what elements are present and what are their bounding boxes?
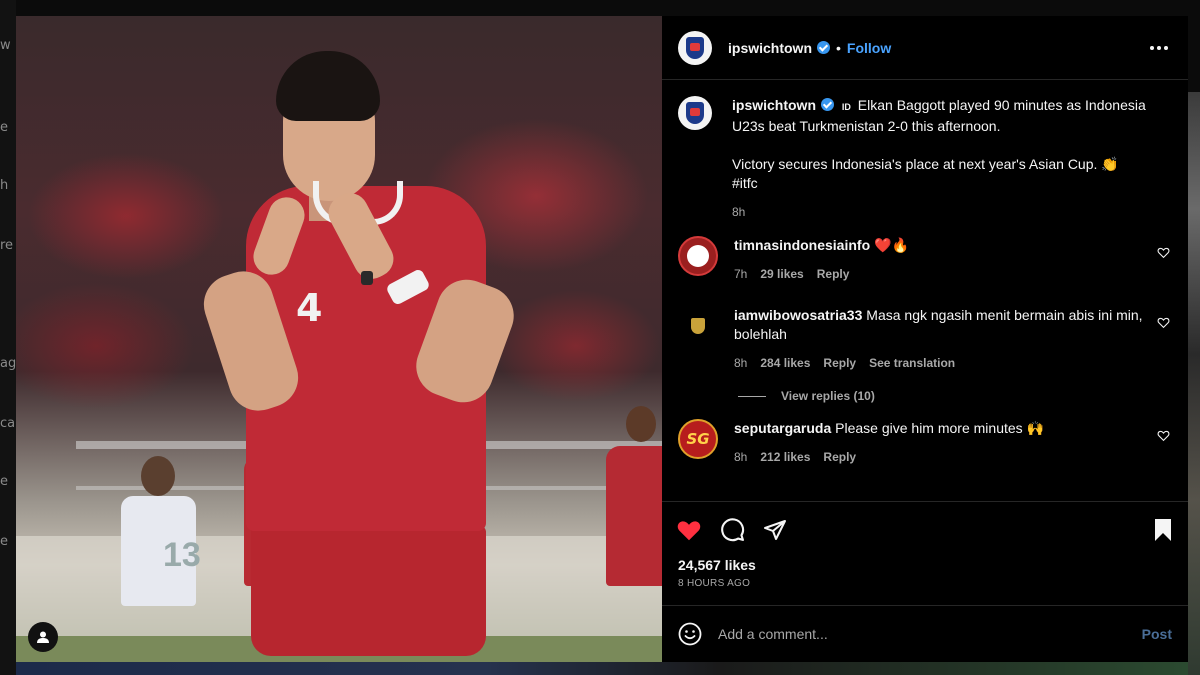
bg-text-fragment: e <box>0 474 8 489</box>
bg-text-fragment: ca <box>0 416 16 431</box>
comment-like-heart-icon[interactable] <box>1157 316 1170 329</box>
comment-username[interactable]: timnasindonesiainfo <box>734 237 870 253</box>
background-left-strip: w e h re ag ca e e <box>0 0 16 675</box>
bookmark-icon[interactable] <box>1152 518 1174 542</box>
share-icon[interactable] <box>763 518 787 542</box>
follow-button[interactable]: Follow <box>847 40 891 56</box>
post-header: ipswichtown • Follow <box>662 16 1188 80</box>
user-tag-button[interactable] <box>28 622 58 652</box>
user-tag-icon <box>37 631 49 643</box>
heart-icon[interactable] <box>676 517 702 543</box>
caption-body: ipswichtown ID Elkan Baggott played 90 m… <box>732 96 1162 222</box>
post-photo[interactable]: 13 4 <box>16 16 662 662</box>
comment-item: SG seputargaruda Please give him more mi… <box>678 419 1172 467</box>
commenter-avatar[interactable] <box>678 236 718 276</box>
post-timestamp: 8 HOURS AGO <box>678 578 751 589</box>
comment-likes[interactable]: 212 likes <box>760 448 810 467</box>
bg-text-fragment: w <box>0 38 11 53</box>
post-actions-bar <box>662 501 1188 557</box>
background-player-red-right <box>606 406 662 662</box>
comment-text: ❤️🔥 <box>874 237 909 253</box>
more-options-icon[interactable] <box>1146 42 1172 54</box>
comment-likes[interactable]: 284 likes <box>760 354 810 373</box>
separator-dot: • <box>836 39 841 56</box>
caption-avatar[interactable] <box>678 96 712 130</box>
comment-item: iamwibowosatria33 Masa ngk ngasih menit … <box>678 306 1172 373</box>
comment-like-heart-icon[interactable] <box>1157 246 1170 259</box>
likes-count[interactable]: 24,567 likes <box>678 557 1172 573</box>
comment-body: iamwibowosatria33 Masa ngk ngasih menit … <box>734 306 1144 373</box>
caption-text-line2: Victory secures Indonesia's place at nex… <box>732 156 1119 172</box>
caption-hashtag[interactable]: #itfc <box>732 174 1162 193</box>
reply-button[interactable]: Reply <box>823 448 856 467</box>
reply-button[interactable]: Reply <box>817 265 850 284</box>
account-username[interactable]: ipswichtown <box>728 40 812 56</box>
club-crest-icon <box>686 36 704 59</box>
add-comment-bar: Post <box>662 605 1188 662</box>
see-translation-button[interactable]: See translation <box>869 354 955 373</box>
comment-like-heart-icon[interactable] <box>1157 429 1170 442</box>
reply-button[interactable]: Reply <box>823 354 856 373</box>
bg-text-fragment: e <box>0 120 8 135</box>
jersey-number: 4 <box>296 286 323 330</box>
bg-text-fragment: re <box>0 238 14 253</box>
account-avatar[interactable] <box>678 30 712 65</box>
comment-icon[interactable] <box>720 517 745 542</box>
bg-text-fragment: ag <box>0 356 16 371</box>
replies-line <box>738 395 766 397</box>
bg-text-fragment: h <box>0 178 9 193</box>
verified-badge-icon <box>817 41 830 54</box>
background-right-strip <box>1188 92 1200 675</box>
comment-text: Please give him more minutes 🙌 <box>835 420 1044 436</box>
flag-label: ID <box>841 102 851 112</box>
avatar-logo-text: SG <box>686 430 710 448</box>
caption: ipswichtown ID Elkan Baggott played 90 m… <box>678 96 1172 222</box>
background-player-white: 13 <box>111 456 206 662</box>
caption-time: 8h <box>732 205 746 219</box>
comment-body: seputargaruda Please give him more minut… <box>734 419 1144 467</box>
bg-jersey-number: 13 <box>163 536 201 574</box>
verified-badge-icon <box>821 98 834 111</box>
comment-username[interactable]: seputargaruda <box>734 420 831 436</box>
comment-username[interactable]: iamwibowosatria33 <box>734 307 862 323</box>
emoji-icon[interactable] <box>678 622 702 646</box>
comments-section: ipswichtown ID Elkan Baggott played 90 m… <box>662 80 1188 501</box>
view-replies-label: View replies (10) <box>781 389 875 403</box>
commenter-avatar[interactable]: SG <box>678 419 718 459</box>
comment-time: 7h <box>734 267 748 281</box>
background-bottom-strip <box>16 662 1188 675</box>
likes-section: 24,567 likes 8 HOURS AGO <box>662 557 1188 589</box>
comment-body: timnasindonesiainfo ❤️🔥 7h 29 likes Repl… <box>734 236 1144 284</box>
post-side-panel: ipswichtown • Follow ipswichtown ID Elka… <box>662 16 1188 662</box>
jersey-crest <box>361 271 373 285</box>
comment-time: 8h <box>734 450 748 464</box>
caption-username[interactable]: ipswichtown <box>732 97 816 113</box>
bg-text-fragment: e <box>0 534 8 549</box>
comment-input[interactable] <box>718 626 1142 642</box>
comment-likes[interactable]: 29 likes <box>760 265 803 284</box>
comment-item: timnasindonesiainfo ❤️🔥 7h 29 likes Repl… <box>678 236 1172 284</box>
main-player: 4 <box>196 41 523 662</box>
view-replies-button[interactable]: View replies (10) <box>738 389 1172 403</box>
comment-time: 8h <box>734 356 748 370</box>
commenter-avatar[interactable] <box>678 306 718 346</box>
post-comment-button[interactable]: Post <box>1142 626 1172 642</box>
post-modal: 13 4 ipswichtown • Follow ipswichtown ID… <box>16 16 1188 662</box>
club-crest-icon <box>686 102 704 124</box>
